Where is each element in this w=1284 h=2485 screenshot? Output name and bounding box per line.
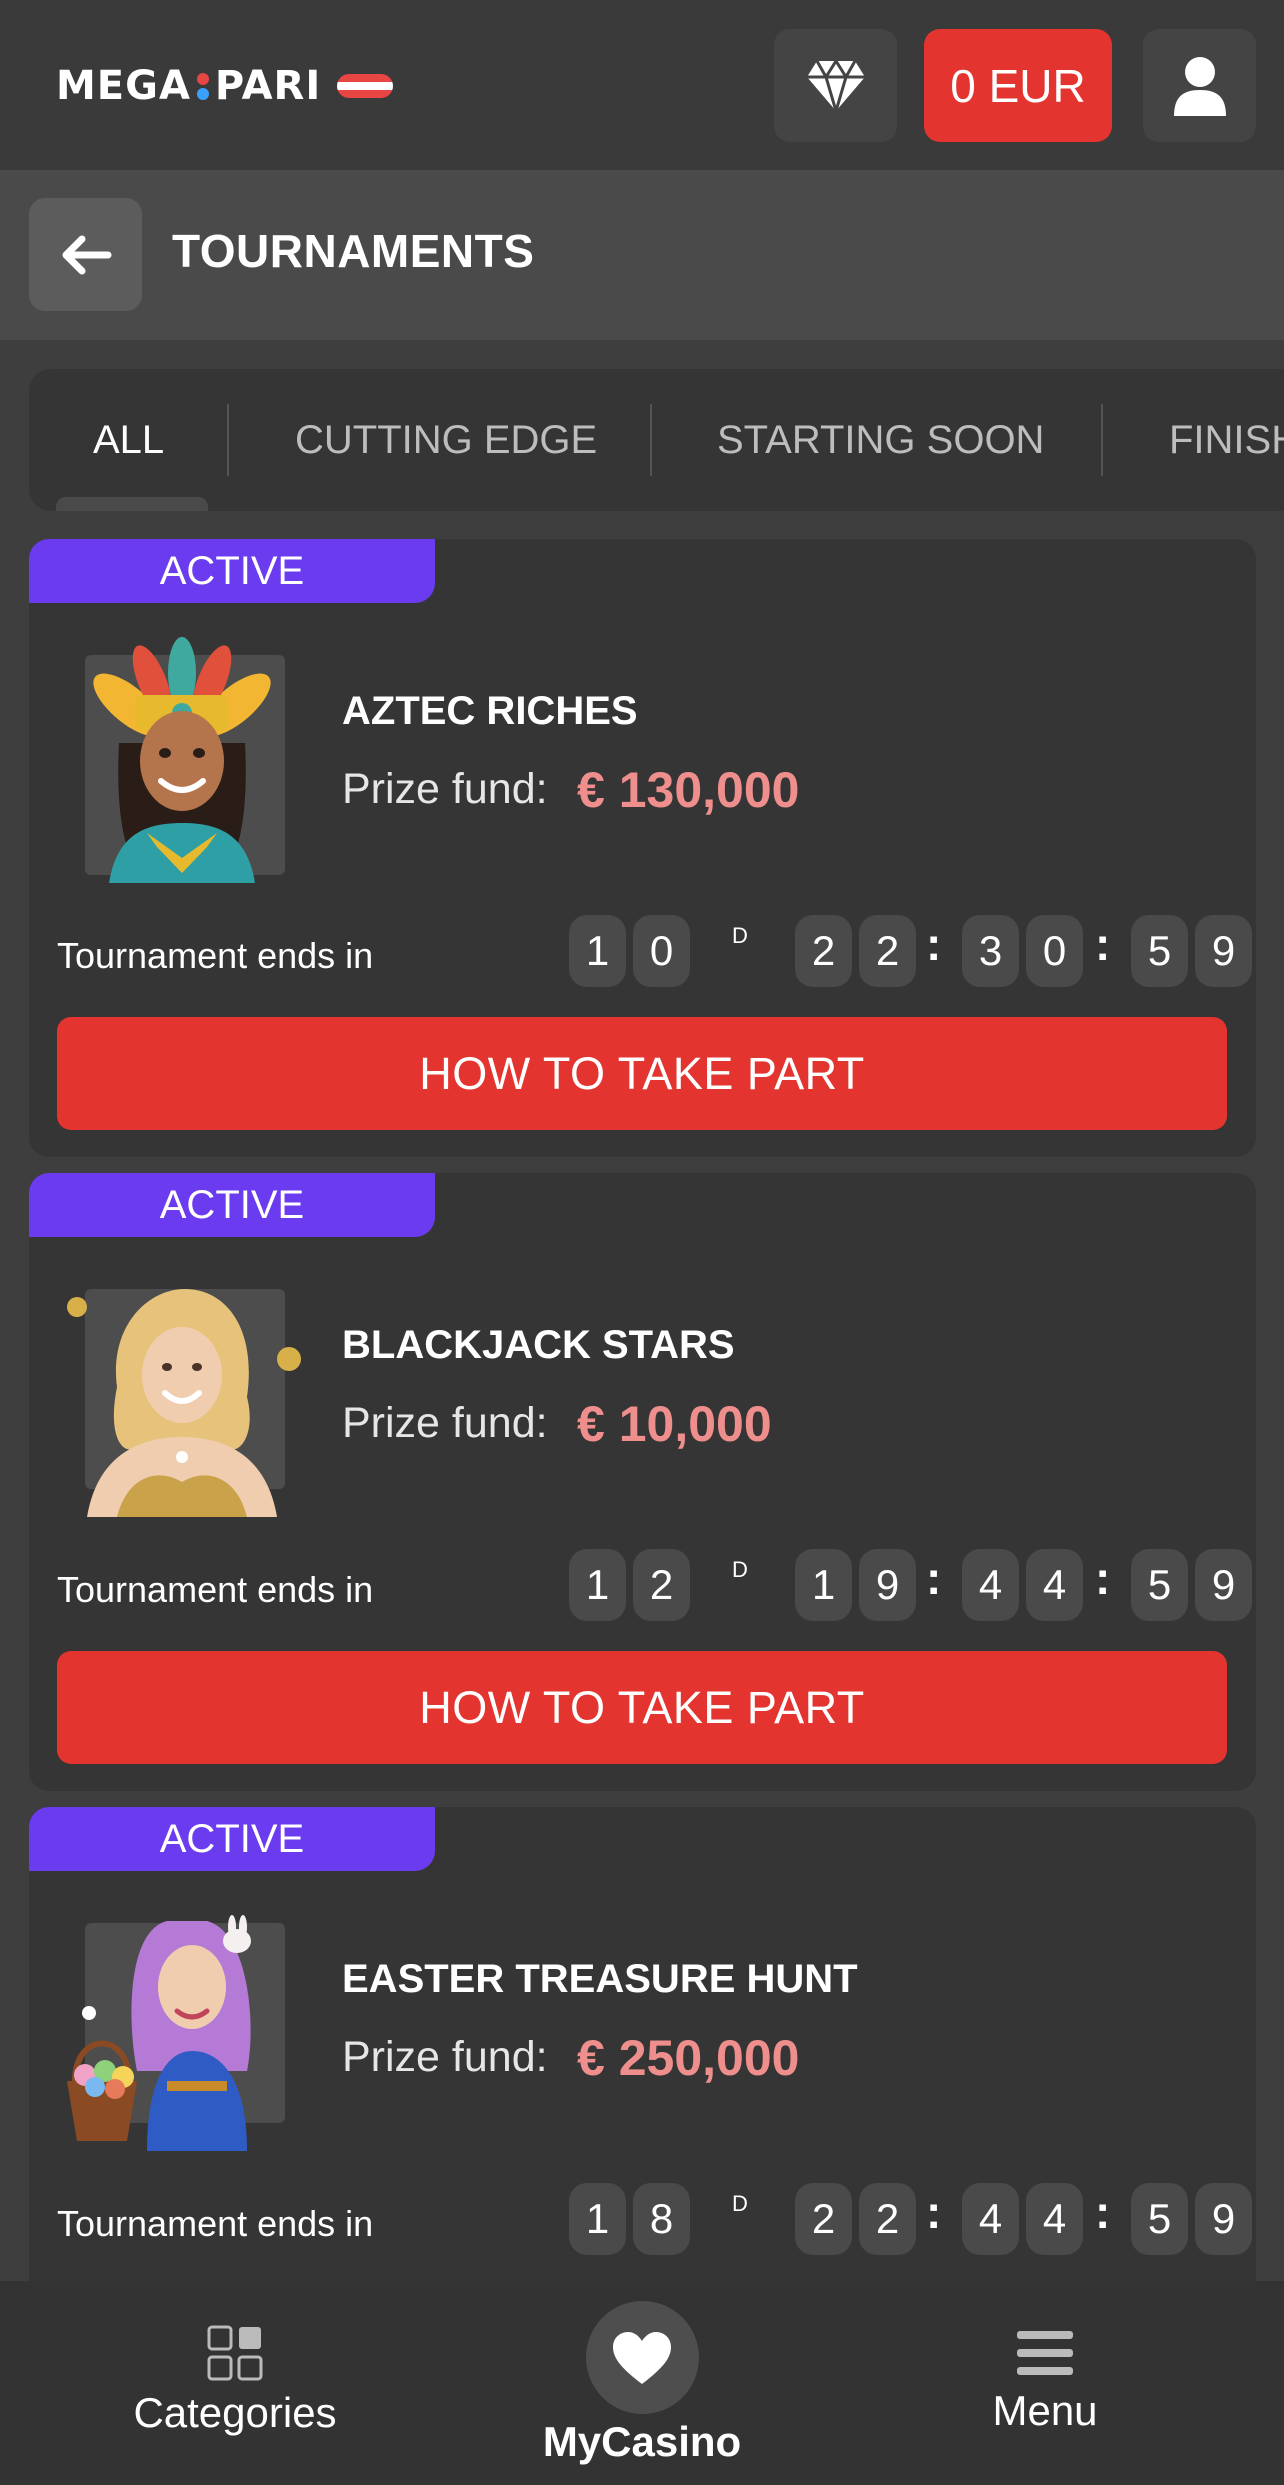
prize-fund-label: Prize fund: (342, 1399, 548, 1447)
timer-digit: 2 (633, 1549, 690, 1621)
bottom-navigation: Categories MyCasino Menu (0, 2281, 1284, 2485)
timer-colon: : (926, 2186, 942, 2238)
timer-digit: 2 (795, 915, 852, 987)
nav-label-mycasino: MyCasino (542, 2418, 742, 2465)
days-unit: D (732, 2191, 748, 2216)
vip-diamond-button[interactable] (774, 29, 897, 142)
tournament-filter-tabs: ALL CUTTING EDGE STARTING SOON FINISHED (29, 369, 1284, 511)
how-to-take-part-button[interactable]: HOW TO TAKE PART (57, 1651, 1227, 1764)
timer-digit: 4 (1026, 2183, 1083, 2255)
timer-digit: 1 (569, 1549, 626, 1621)
prize-fund-value: € 250,000 (577, 2030, 800, 2086)
app-header: MEGA PARI 0 EUR (0, 0, 1284, 170)
timer-digit: 1 (795, 1549, 852, 1621)
timer-colon: : (1095, 1552, 1111, 1604)
diamond-icon (806, 58, 865, 113)
tab-divider (1101, 404, 1103, 476)
page-title: TOURNAMENTS (172, 225, 535, 277)
timer-digit: 0 (1026, 915, 1083, 987)
nav-mycasino[interactable]: MyCasino (532, 2281, 752, 2485)
timer-digit: 9 (1195, 915, 1252, 987)
heart-icon (613, 2331, 671, 2384)
tournament-card[interactable]: ACTIVE EASTER TREASURE HUNT Prize fund: … (29, 1807, 1256, 2327)
tournament-title: AZTEC RICHES (342, 689, 638, 733)
timer-digit: 5 (1131, 1549, 1188, 1621)
aztec-woman-illustration (85, 637, 285, 883)
nav-menu[interactable]: Menu (960, 2281, 1130, 2485)
nav-categories[interactable]: Categories (130, 2281, 340, 2485)
timer-colon: : (926, 918, 942, 970)
logo-text-mega: MEGA (56, 63, 191, 109)
ends-in-label: Tournament ends in (57, 935, 374, 976)
tournament-title: BLACKJACK STARS (342, 1323, 735, 1367)
countdown-timer: 1 8 D 2 2 : 4 4 : 5 9 (569, 2183, 1252, 2255)
tournament-title: EASTER TREASURE HUNT (342, 1957, 858, 2001)
countdown-timer: 1 2 D 1 9 : 4 4 : 5 9 (569, 1549, 1252, 1621)
ends-in-label: Tournament ends in (57, 1569, 374, 1610)
days-unit: D (732, 923, 748, 948)
heart-button-circle (585, 2301, 699, 2414)
timer-digit: 9 (859, 1549, 916, 1621)
status-badge: ACTIVE (29, 1807, 435, 1871)
status-badge: ACTIVE (29, 539, 435, 603)
back-button[interactable] (29, 198, 142, 311)
timer-digit: 5 (1131, 2183, 1188, 2255)
how-to-take-part-button[interactable]: HOW TO TAKE PART (57, 1017, 1227, 1130)
timer-digit: 0 (633, 915, 690, 987)
balance-button[interactable]: 0 EUR (924, 29, 1112, 142)
prize-fund-value: € 130,000 (577, 762, 800, 818)
tournament-card[interactable]: ACTIVE AZTEC RICHES Prize fund: € 130,00… (29, 539, 1256, 1157)
status-badge: ACTIVE (29, 1173, 435, 1237)
timer-digit: 2 (859, 915, 916, 987)
tab-finished[interactable]: FINISHED (1169, 369, 1284, 511)
prize-fund-label: Prize fund: (342, 2033, 548, 2081)
timer-digit: 2 (795, 2183, 852, 2255)
logo-text-pari: PARI (214, 63, 322, 109)
page-title-bar: TOURNAMENTS (0, 170, 1284, 340)
timer-digit: 3 (962, 915, 1019, 987)
hamburger-menu-icon (1017, 2331, 1073, 2375)
timer-digit: 8 (633, 2183, 690, 2255)
timer-digit: 5 (1131, 915, 1188, 987)
tab-divider (227, 404, 229, 476)
countdown-timer: 1 0 D 2 2 : 3 0 : 5 9 (569, 915, 1252, 987)
ends-in-label: Tournament ends in (57, 2203, 374, 2244)
prize-fund-label: Prize fund: (342, 765, 548, 813)
nav-label-categories: Categories (133, 2389, 337, 2436)
timer-digit: 4 (962, 2183, 1019, 2255)
active-tab-indicator (56, 497, 208, 511)
timer-digit: 2 (859, 2183, 916, 2255)
timer-colon: : (926, 1552, 942, 1604)
tab-divider (650, 404, 652, 476)
days-unit: D (732, 1557, 748, 1582)
tab-cutting-edge[interactable]: CUTTING EDGE (295, 369, 597, 511)
categories-grid-icon (207, 2325, 263, 2381)
prize-fund-value: € 10,000 (577, 1396, 772, 1452)
logo-dot-separator (196, 71, 209, 101)
user-profile-button[interactable] (1143, 29, 1256, 142)
tournament-card[interactable]: ACTIVE BLACKJACK STARS Prize fund: € 10,… (29, 1173, 1256, 1791)
timer-digit: 9 (1195, 2183, 1252, 2255)
timer-colon: : (1095, 2186, 1111, 2238)
timer-digit: 1 (569, 2183, 626, 2255)
timer-digit: 9 (1195, 1549, 1252, 1621)
tab-starting-soon[interactable]: STARTING SOON (717, 369, 1044, 511)
easter-elf-illustration (67, 1915, 285, 2151)
nav-label-menu: Menu (992, 2387, 1098, 2434)
megapari-logo[interactable]: MEGA PARI (56, 62, 394, 110)
user-icon (1173, 56, 1226, 116)
austria-flag-icon (337, 74, 394, 98)
arrow-left-icon (62, 235, 111, 274)
blackjack-woman-illustration (67, 1289, 301, 1517)
timer-digit: 4 (962, 1549, 1019, 1621)
timer-digit: 1 (569, 915, 626, 987)
tab-all[interactable]: ALL (93, 369, 164, 511)
timer-digit: 4 (1026, 1549, 1083, 1621)
timer-colon: : (1095, 918, 1111, 970)
